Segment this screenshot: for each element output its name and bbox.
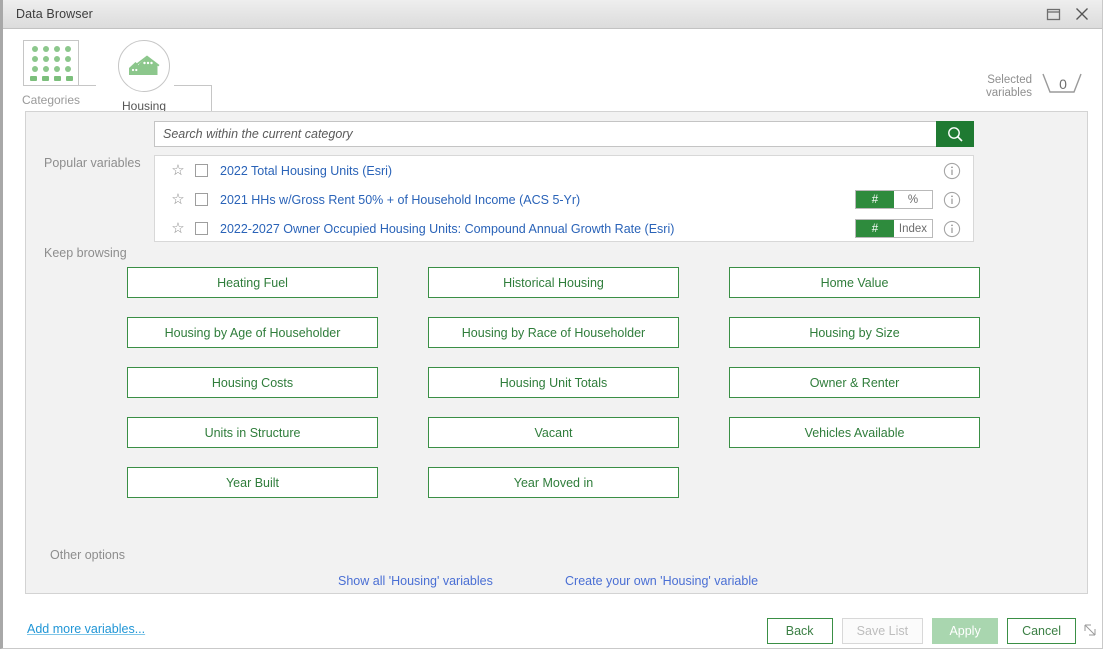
popular-variable-actions bbox=[855, 161, 973, 180]
selected-variables[interactable]: Selected variables 0 bbox=[986, 72, 1086, 102]
cancel-button[interactable]: Cancel bbox=[1007, 618, 1076, 644]
value-format-toggle[interactable]: # % bbox=[855, 190, 933, 209]
browse-button-owner-renter[interactable]: Owner & Renter bbox=[729, 367, 980, 398]
data-browser-window: Data Browser bbox=[0, 0, 1103, 649]
info-icon[interactable] bbox=[943, 162, 961, 180]
close-button[interactable] bbox=[1069, 3, 1095, 25]
apply-button[interactable]: Apply bbox=[932, 618, 998, 644]
window-title: Data Browser bbox=[16, 7, 93, 21]
variable-checkbox[interactable] bbox=[195, 222, 208, 235]
selected-variables-line2: variables bbox=[986, 87, 1032, 100]
toggle-segment-number[interactable]: # bbox=[856, 191, 894, 208]
main-panel: Popular variables Keep browsing Other op… bbox=[25, 111, 1088, 594]
browse-button-housing-by-age[interactable]: Housing by Age of Householder bbox=[127, 317, 378, 348]
star-outline-icon[interactable]: ☆ bbox=[169, 162, 187, 180]
popular-variable-row[interactable]: ☆ 2022-2027 Owner Occupied Housing Units… bbox=[155, 214, 973, 243]
breadcrumb-label-categories: Categories bbox=[22, 93, 80, 107]
browse-button-vehicles-available[interactable]: Vehicles Available bbox=[729, 417, 980, 448]
selected-variables-line1: Selected bbox=[986, 74, 1032, 87]
back-button[interactable]: Back bbox=[767, 618, 833, 644]
close-icon bbox=[1075, 7, 1089, 21]
houses-icon-wrapper bbox=[118, 40, 170, 92]
popular-variable-actions: # % bbox=[855, 190, 973, 209]
selected-variables-count: 0 bbox=[1040, 72, 1086, 96]
search-row bbox=[154, 121, 974, 147]
popular-variables-label: Popular variables bbox=[44, 156, 141, 170]
breadcrumb: Categories bbox=[3, 29, 1102, 111]
browse-button-housing-by-size[interactable]: Housing by Size bbox=[729, 317, 980, 348]
toggle-segment-percent[interactable]: % bbox=[894, 191, 932, 208]
search-button[interactable] bbox=[936, 121, 974, 147]
maximize-icon bbox=[1046, 8, 1061, 21]
basket-icon-wrapper: 0 bbox=[1040, 72, 1086, 102]
resize-grip-icon[interactable] bbox=[1083, 623, 1097, 637]
window-controls bbox=[1040, 3, 1102, 25]
variable-checkbox[interactable] bbox=[195, 164, 208, 177]
star-outline-icon[interactable]: ☆ bbox=[169, 220, 187, 238]
browse-button-vacant[interactable]: Vacant bbox=[428, 417, 679, 448]
search-icon bbox=[947, 126, 964, 143]
browse-button-heating-fuel[interactable]: Heating Fuel bbox=[127, 267, 378, 298]
toggle-segment-number[interactable]: # bbox=[856, 220, 894, 237]
breadcrumb-item-categories[interactable]: Categories bbox=[3, 40, 99, 107]
show-all-variables-link[interactable]: Show all 'Housing' variables bbox=[338, 574, 493, 588]
browse-button-year-moved-in[interactable]: Year Moved in bbox=[428, 467, 679, 498]
grid-categories-icon bbox=[23, 40, 79, 86]
keep-browsing-label: Keep browsing bbox=[44, 246, 127, 260]
browse-buttons-grid: Heating Fuel Historical Housing Home Val… bbox=[127, 267, 987, 498]
info-icon[interactable] bbox=[943, 191, 961, 209]
window-titlebar: Data Browser bbox=[3, 0, 1102, 29]
popular-variables-list: ☆ 2022 Total Housing Units (Esri) ☆ 2021… bbox=[154, 155, 974, 242]
popular-variable-row[interactable]: ☆ 2021 HHs w/Gross Rent 50% + of Househo… bbox=[155, 185, 973, 214]
browse-button-housing-costs[interactable]: Housing Costs bbox=[127, 367, 378, 398]
houses-icon bbox=[127, 54, 161, 78]
toggle-placeholder bbox=[855, 161, 933, 180]
create-own-variable-link[interactable]: Create your own 'Housing' variable bbox=[565, 574, 758, 588]
maximize-button[interactable] bbox=[1040, 3, 1066, 25]
selected-variables-label: Selected variables bbox=[986, 74, 1032, 100]
star-outline-icon[interactable]: ☆ bbox=[169, 191, 187, 209]
variable-name[interactable]: 2021 HHs w/Gross Rent 50% + of Household… bbox=[220, 193, 580, 207]
variable-checkbox[interactable] bbox=[195, 193, 208, 206]
other-options-label: Other options bbox=[50, 548, 125, 562]
popular-variable-row[interactable]: ☆ 2022 Total Housing Units (Esri) bbox=[155, 156, 973, 185]
variable-name[interactable]: 2022 Total Housing Units (Esri) bbox=[220, 164, 392, 178]
toggle-segment-index[interactable]: Index bbox=[894, 220, 932, 237]
popular-variable-actions: # Index bbox=[855, 219, 973, 238]
value-format-toggle[interactable]: # Index bbox=[855, 219, 933, 238]
save-list-button[interactable]: Save List bbox=[842, 618, 923, 644]
breadcrumb-item-housing[interactable]: Housing bbox=[96, 40, 192, 113]
search-input[interactable] bbox=[154, 121, 936, 147]
info-icon[interactable] bbox=[943, 220, 961, 238]
browse-button-historical-housing[interactable]: Historical Housing bbox=[428, 267, 679, 298]
footer: Add more variables... Back Save List App… bbox=[3, 594, 1102, 649]
browse-button-year-built[interactable]: Year Built bbox=[127, 467, 378, 498]
browse-button-housing-by-race[interactable]: Housing by Race of Householder bbox=[428, 317, 679, 348]
add-more-variables-link[interactable]: Add more variables... bbox=[27, 622, 145, 636]
browse-button-units-in-structure[interactable]: Units in Structure bbox=[127, 417, 378, 448]
browse-button-housing-unit-totals[interactable]: Housing Unit Totals bbox=[428, 367, 679, 398]
variable-name[interactable]: 2022-2027 Owner Occupied Housing Units: … bbox=[220, 222, 674, 236]
footer-buttons: Back Save List Apply Cancel bbox=[767, 618, 1076, 644]
browse-button-home-value[interactable]: Home Value bbox=[729, 267, 980, 298]
